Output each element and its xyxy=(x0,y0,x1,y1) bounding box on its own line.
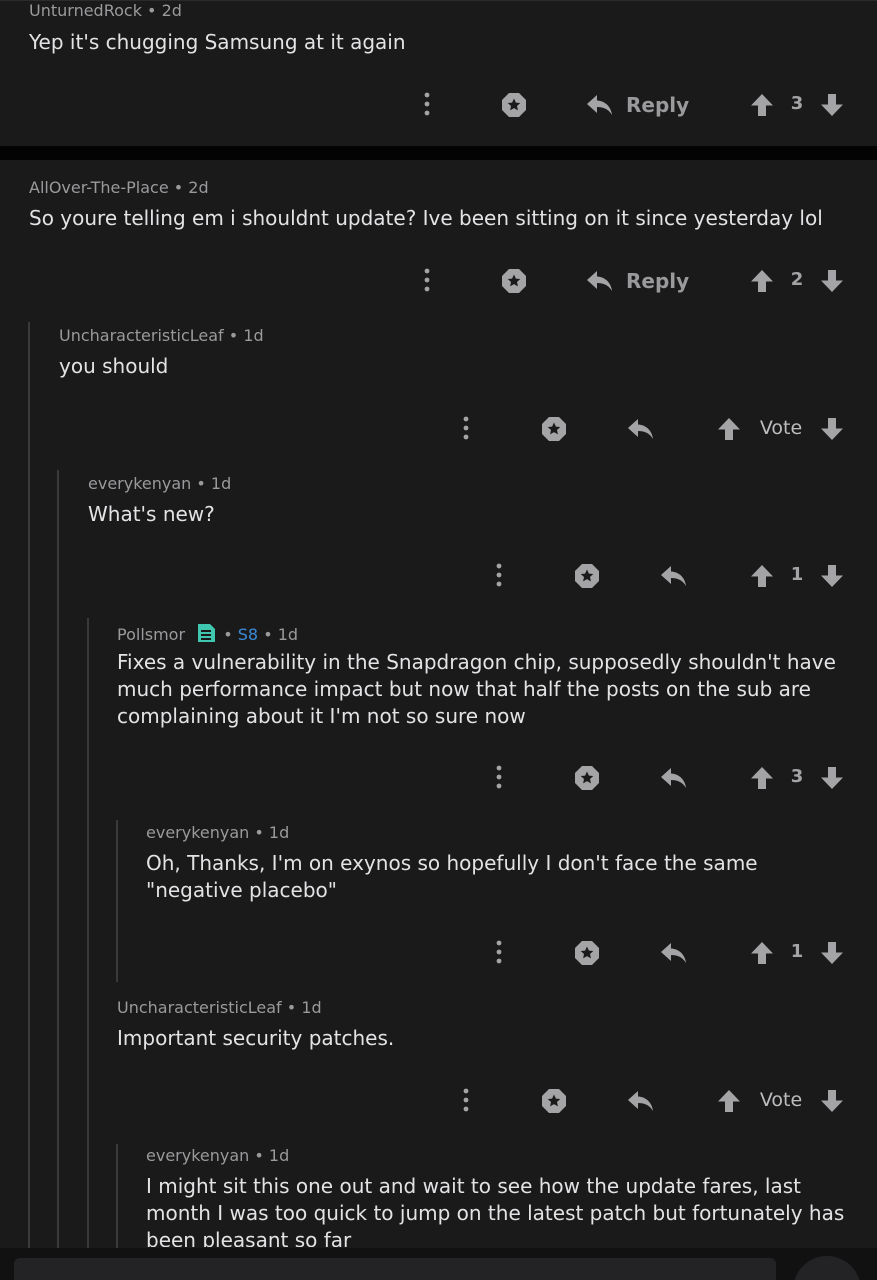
downvote-arrow-icon[interactable] xyxy=(819,765,845,791)
reply-button[interactable]: Reply xyxy=(586,89,689,121)
more-vertical-icon[interactable] xyxy=(421,267,433,293)
comment-meta: everykenyan • 1d xyxy=(88,474,231,493)
award-icon[interactable] xyxy=(572,938,602,968)
comment-author[interactable]: Pollsmor xyxy=(117,625,185,644)
upvote-arrow-icon[interactable] xyxy=(749,563,775,589)
meta-separator: • xyxy=(286,998,297,1017)
reply-arrow-icon[interactable] xyxy=(659,765,689,791)
comment-age: 1d xyxy=(210,474,232,493)
vote-score: 3 xyxy=(790,766,804,787)
upvote-arrow-icon[interactable] xyxy=(716,416,742,442)
meta-separator: • xyxy=(147,1,157,20)
meta-separator: • xyxy=(254,1146,264,1165)
comment-card-1: UnturnedRock • 2d Yep it's chugging Sams… xyxy=(0,0,877,146)
comment-text: What's new? xyxy=(88,502,215,526)
upvote-arrow-icon[interactable] xyxy=(749,92,775,118)
comment-text: Oh, Thanks, I'm on exynos so hopefully I… xyxy=(146,851,758,902)
comment-meta: UncharacteristicLeaf • 1d xyxy=(59,326,264,345)
comment-author[interactable]: AllOver-The-Place xyxy=(29,178,169,197)
upvote-arrow-icon[interactable] xyxy=(749,268,775,294)
reply-label: Reply xyxy=(626,269,690,293)
comment-author[interactable]: UncharacteristicLeaf xyxy=(59,326,224,345)
upvote-arrow-icon[interactable] xyxy=(716,1088,742,1114)
comment-author[interactable]: everykenyan xyxy=(88,474,191,493)
downvote-arrow-icon[interactable] xyxy=(819,92,845,118)
award-icon[interactable] xyxy=(572,763,602,793)
comment-meta: AllOver-The-Place • 2d xyxy=(29,178,209,197)
comment-meta: Pollsmor • S8 • 1d xyxy=(117,622,298,644)
reply-button[interactable]: Reply xyxy=(586,265,689,297)
comment-author[interactable]: everykenyan xyxy=(146,823,249,842)
comment-age: 1d xyxy=(277,625,299,644)
comment-text: So youre telling em i shouldnt update? I… xyxy=(29,206,823,230)
award-icon[interactable] xyxy=(499,90,529,120)
comment-age: 1d xyxy=(243,326,264,345)
thread-line[interactable] xyxy=(116,820,118,982)
downvote-arrow-icon[interactable] xyxy=(819,940,845,966)
comment-meta: everykenyan • 1d xyxy=(146,1146,289,1165)
user-flair: S8 xyxy=(237,625,259,644)
vote-score: 1 xyxy=(790,941,804,962)
more-vertical-icon[interactable] xyxy=(493,562,505,588)
downvote-arrow-icon[interactable] xyxy=(819,563,845,589)
comment-text: Important security patches. xyxy=(117,1026,395,1050)
more-vertical-icon[interactable] xyxy=(421,91,433,117)
meta-separator: • xyxy=(196,474,206,493)
comment-text: Fixes a vulnerability in the Snapdragon … xyxy=(117,650,836,728)
comment-text: Yep it's chugging Samsung at it again xyxy=(29,30,406,54)
reply-arrow-icon xyxy=(586,269,614,293)
comment-meta: UncharacteristicLeaf • 1d xyxy=(117,998,322,1017)
reply-arrow-icon[interactable] xyxy=(659,940,689,966)
comment-age: 1d xyxy=(301,998,322,1017)
award-icon[interactable] xyxy=(572,561,602,591)
award-icon[interactable] xyxy=(539,1086,569,1116)
thread-line[interactable] xyxy=(87,618,89,1280)
comment-author[interactable]: UncharacteristicLeaf xyxy=(117,998,282,1017)
downvote-arrow-icon[interactable] xyxy=(819,416,845,442)
more-vertical-icon[interactable] xyxy=(460,415,472,441)
comment-author[interactable]: UnturnedRock xyxy=(29,1,142,20)
upvote-arrow-icon[interactable] xyxy=(749,940,775,966)
meta-separator: • xyxy=(223,625,233,644)
comment-text: you should xyxy=(59,354,169,378)
reply-arrow-icon xyxy=(586,93,614,117)
more-vertical-icon[interactable] xyxy=(460,1087,472,1113)
award-icon[interactable] xyxy=(499,266,529,296)
vote-label: Vote xyxy=(759,417,803,439)
meta-separator: • xyxy=(228,326,239,345)
downvote-arrow-icon[interactable] xyxy=(819,268,845,294)
reply-arrow-icon[interactable] xyxy=(626,416,656,442)
comment-meta: UnturnedRock • 2d xyxy=(29,1,182,20)
meta-separator: • xyxy=(173,178,184,197)
vote-score: 3 xyxy=(790,93,804,114)
more-vertical-icon[interactable] xyxy=(493,939,505,965)
reply-arrow-icon[interactable] xyxy=(626,1088,656,1114)
comment-age: 1d xyxy=(268,823,290,842)
comment-meta: everykenyan • 1d xyxy=(146,823,289,842)
upvote-arrow-icon[interactable] xyxy=(749,765,775,791)
meta-separator: • xyxy=(254,823,264,842)
reply-arrow-icon[interactable] xyxy=(659,563,689,589)
vote-label: Vote xyxy=(759,1089,803,1111)
comment-composer[interactable] xyxy=(14,1258,776,1280)
card-divider xyxy=(0,146,877,160)
reply-label: Reply xyxy=(626,93,690,117)
more-vertical-icon[interactable] xyxy=(493,764,505,790)
thread-line[interactable] xyxy=(57,470,59,1280)
vote-score: 2 xyxy=(790,269,804,290)
vote-score: 1 xyxy=(790,564,804,585)
thread-line[interactable] xyxy=(28,322,30,1280)
comment-age: 2d xyxy=(161,1,182,20)
comment-age: 2d xyxy=(188,178,209,197)
comment-author[interactable]: everykenyan xyxy=(146,1146,249,1165)
meta-separator: • xyxy=(263,625,273,644)
award-icon[interactable] xyxy=(539,414,569,444)
comment-age: 1d xyxy=(268,1146,290,1165)
comment-text: I might sit this one out and wait to see… xyxy=(146,1174,845,1247)
downvote-arrow-icon[interactable] xyxy=(819,1088,845,1114)
flair-badge-icon xyxy=(198,624,216,642)
